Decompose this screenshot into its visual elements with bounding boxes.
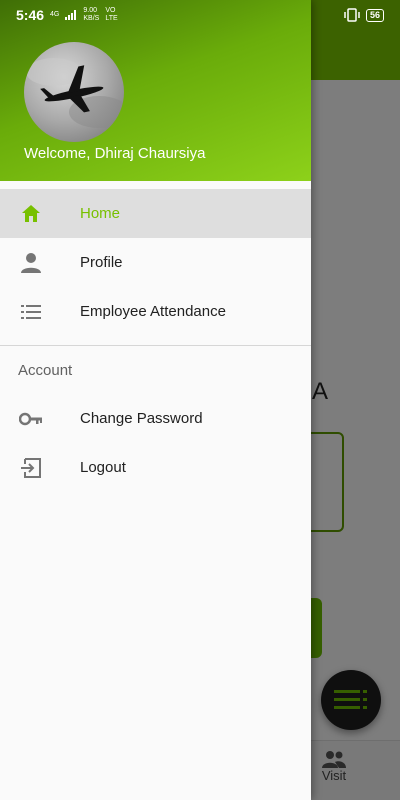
status-network-type: 4G — [50, 11, 60, 18]
person-icon — [18, 250, 44, 276]
welcome-text: Welcome, Dhiraj Chaursiya — [24, 145, 206, 162]
menu-item-employee-attendance-label: Employee Attendance — [80, 303, 226, 320]
signal-icon — [65, 10, 77, 20]
menu-item-employee-attendance[interactable]: Employee Attendance — [0, 287, 311, 336]
avatar — [24, 42, 124, 142]
status-bar: 5:46 4G 9.00 KB/S VO LTE 56 — [0, 0, 400, 30]
logout-icon — [18, 455, 44, 481]
account-section-label: Account — [18, 361, 73, 379]
status-time: 5:46 — [16, 7, 45, 23]
menu-item-profile-label: Profile — [80, 254, 123, 271]
status-speed-value: 9.00 — [83, 7, 97, 14]
menu-item-profile[interactable]: Profile — [0, 238, 311, 287]
status-speed: 9.00 KB/S — [83, 7, 99, 23]
menu-item-change-password-label: Change Password — [80, 410, 203, 427]
airplane-icon — [26, 58, 124, 128]
key-icon — [18, 406, 44, 432]
home-icon — [18, 201, 44, 227]
menu-item-home-label: Home — [80, 205, 121, 222]
menu-item-logout-label: Logout — [80, 459, 126, 476]
menu-item-home[interactable]: Home — [0, 189, 311, 238]
menu-item-logout[interactable]: Logout — [0, 443, 311, 492]
account-menu: Change Password Logout — [0, 394, 311, 492]
status-vo: VO — [105, 7, 116, 14]
navigation-drawer: Welcome, Dhiraj Chaursiya Home Profile E… — [0, 0, 311, 800]
status-volte: VO LTE — [105, 7, 117, 23]
battery-indicator: 56 — [365, 8, 384, 22]
main-menu: Home Profile Employee Attendance — [0, 189, 311, 336]
status-lte: LTE — [105, 15, 118, 22]
menu-item-change-password[interactable]: Change Password — [0, 394, 311, 443]
status-speed-unit: KB/S — [83, 15, 100, 22]
list-icon — [18, 299, 44, 325]
vibrate-icon — [344, 8, 360, 22]
